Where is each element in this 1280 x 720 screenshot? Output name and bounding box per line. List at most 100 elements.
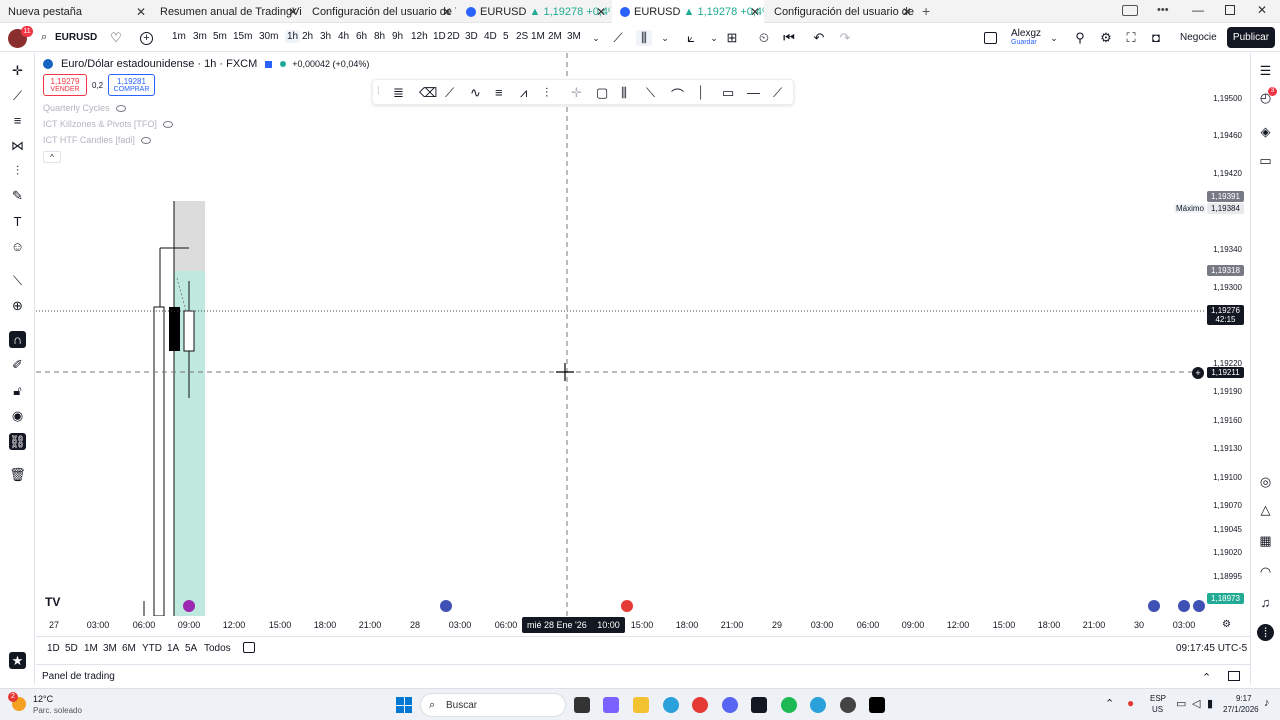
timeframe-4h[interactable]: 4h — [338, 31, 349, 42]
xm-icon[interactable] — [869, 697, 885, 713]
text-icon[interactable]: T — [9, 213, 26, 230]
weather-desc[interactable]: Parc. soleado — [33, 706, 82, 715]
range-6m[interactable]: 6M — [122, 643, 136, 654]
timeframe-8h[interactable]: 8h — [374, 31, 385, 42]
curve-tool-icon[interactable]: ∿ — [470, 85, 481, 101]
ray-icon[interactable]: ⟍ — [646, 85, 655, 101]
maximize-icon[interactable] — [1225, 5, 1235, 15]
range-5a[interactable]: 5A — [185, 643, 197, 654]
notifications-icon[interactable]: ♪ — [1264, 697, 1270, 709]
save-label[interactable]: Guardar — [1011, 39, 1037, 46]
close-icon[interactable]: ✕ — [442, 5, 452, 19]
close-icon[interactable]: ✕ — [596, 5, 606, 19]
minimize-icon[interactable]: — — [1192, 3, 1204, 17]
chart-pane[interactable]: ⁞ ≣ ⌫ ⟋ ∿ ≡ ⩘ ⫶ ✛ ▢ ⫼ ⟍ ⌒ ⏐ ▭ — ⟋ — [36, 53, 1206, 616]
go-to-date-calendar-icon[interactable] — [243, 642, 255, 653]
zigzag-icon[interactable]: ⩘ — [520, 85, 527, 101]
timeframe-12h[interactable]: 12h — [411, 31, 428, 42]
bell-icon[interactable]: ♫ — [1257, 594, 1274, 611]
undo-icon[interactable]: ↶ — [811, 30, 827, 46]
eye-hidden-icon[interactable] — [162, 120, 173, 128]
buy-button[interactable]: 1,19281 COMPRAR — [108, 74, 155, 96]
timeframe-4d[interactable]: 4D — [484, 31, 497, 42]
timeframe-30m[interactable]: 30m — [259, 31, 278, 42]
arc-icon[interactable]: ⌒ — [671, 85, 684, 104]
tray-chevron-up-icon[interactable]: ⌃ — [1105, 697, 1114, 710]
collapse-legend-button[interactable]: ^ — [43, 151, 61, 163]
timeframe-3m[interactable]: 3m — [193, 31, 207, 42]
close-icon[interactable]: ✕ — [902, 5, 912, 19]
event-flag-icon[interactable] — [1193, 600, 1205, 612]
app-icon[interactable] — [840, 697, 856, 713]
range-3m[interactable]: 3M — [103, 643, 117, 654]
redo-icon[interactable]: ↷ — [837, 30, 853, 46]
camera-icon[interactable]: ◘ — [1148, 30, 1164, 46]
tab-new[interactable]: Nueva pestaña ✕ — [0, 0, 150, 23]
timeframe-15m[interactable]: 15m — [233, 31, 252, 42]
eraser-icon[interactable]: ⌫ — [419, 85, 437, 101]
range-5d[interactable]: 5D — [65, 643, 78, 654]
timeframe-5m[interactable]: 5m — [213, 31, 227, 42]
timeframe-2s[interactable]: 2S — [516, 31, 528, 42]
eye-hidden-icon[interactable] — [115, 104, 126, 112]
chat-icon[interactable]: ▭ — [1257, 152, 1274, 169]
event-flag-icon[interactable] — [1148, 600, 1160, 612]
user-name[interactable]: Alexgz — [1011, 28, 1041, 39]
trading-panel-bar[interactable]: Panel de trading ⌃ — [36, 664, 1250, 686]
discord-icon[interactable] — [722, 697, 738, 713]
add-alert-plus-icon[interactable]: + — [1192, 367, 1204, 379]
align-icon[interactable]: ≣ — [393, 85, 404, 101]
target-icon[interactable]: ◎ — [1257, 473, 1274, 490]
task-view-icon[interactable] — [574, 697, 590, 713]
file-explorer-icon[interactable] — [633, 697, 649, 713]
tab-eurusd-1[interactable]: EURUSD ▲ 1,19278 +0,4% ✕ — [458, 0, 610, 23]
tab-config-1[interactable]: Configuración del usuario de Tr ✕ — [304, 0, 456, 23]
spotify-icon[interactable] — [781, 697, 797, 713]
price-scale[interactable]: 1,19500 1,19460 1,19420 1,19391 1,19384 … — [1206, 53, 1250, 616]
forecast-icon[interactable]: ⫶ — [9, 162, 26, 179]
triangle-icon[interactable]: △ — [1257, 501, 1274, 518]
link-icon[interactable]: ⛓ — [9, 433, 26, 450]
range-all[interactable]: Todos — [204, 643, 231, 654]
chrome-icon[interactable] — [692, 697, 708, 713]
windows-start-icon[interactable] — [396, 697, 412, 713]
trading-panel-label[interactable]: Panel de trading — [42, 671, 115, 682]
clock-time[interactable]: 9:17 — [1236, 694, 1252, 703]
window-layout-icon[interactable] — [1122, 5, 1138, 16]
battery-icon[interactable]: ▮ — [1207, 697, 1213, 710]
copilot-icon[interactable] — [603, 697, 619, 713]
path-icon[interactable]: ⟋ — [773, 85, 782, 101]
zoom-in-icon[interactable]: ⊕ — [9, 297, 26, 314]
timeframe-9h[interactable]: 9h — [392, 31, 403, 42]
compare-icon[interactable]: ♡ — [108, 30, 124, 46]
timeframe-3d[interactable]: 3D — [465, 31, 478, 42]
weather-temp[interactable]: 12°C — [33, 694, 53, 704]
clock-date[interactable]: 27/1/2026 — [1223, 705, 1259, 714]
lang-bottom[interactable]: US — [1152, 705, 1163, 714]
trade-button[interactable]: Negocie — [1180, 32, 1217, 43]
horizontal-line-icon[interactable]: — — [747, 85, 760, 100]
tab-config-2[interactable]: Configuración del usuario de Tr ✕ — [766, 0, 916, 23]
timeframe-2m[interactable]: 2M — [548, 31, 562, 42]
drag-handle-icon[interactable]: ⁞ — [377, 86, 380, 97]
network-icon[interactable]: ▭ — [1176, 697, 1186, 710]
emoji-icon[interactable]: ☺ — [9, 238, 26, 255]
symbol-description[interactable]: Euro/Dólar estadounidense · 1h · FXCM — [61, 58, 257, 70]
event-flag-icon[interactable] — [440, 600, 452, 612]
sell-button[interactable]: 1,19279 VENDER — [43, 74, 87, 96]
eye-hidden-icon[interactable] — [140, 136, 151, 144]
tab-resumen[interactable]: Resumen anual de TradingView ✕ — [152, 0, 302, 23]
ruler-icon[interactable]: ⟍ — [9, 272, 26, 289]
telegram-2-icon[interactable] — [810, 697, 826, 713]
tradingview-logo-icon[interactable]: TV — [45, 595, 60, 609]
chart-canvas[interactable] — [36, 53, 1206, 616]
magnet-icon[interactable]: ∩ — [9, 331, 26, 348]
timeframe-1m[interactable]: 1M — [531, 31, 545, 42]
layouts-icon[interactable]: ⊞ — [724, 30, 740, 46]
indicator-row[interactable]: Quarterly Cycles — [43, 103, 126, 113]
collapse-panel-icon[interactable]: ⌃ — [1202, 671, 1211, 684]
close-icon[interactable]: ✕ — [288, 5, 298, 19]
volume-icon[interactable]: ◁ — [1192, 697, 1200, 710]
event-flag-icon[interactable] — [1178, 600, 1190, 612]
timeframe-2h[interactable]: 2h — [302, 31, 313, 42]
